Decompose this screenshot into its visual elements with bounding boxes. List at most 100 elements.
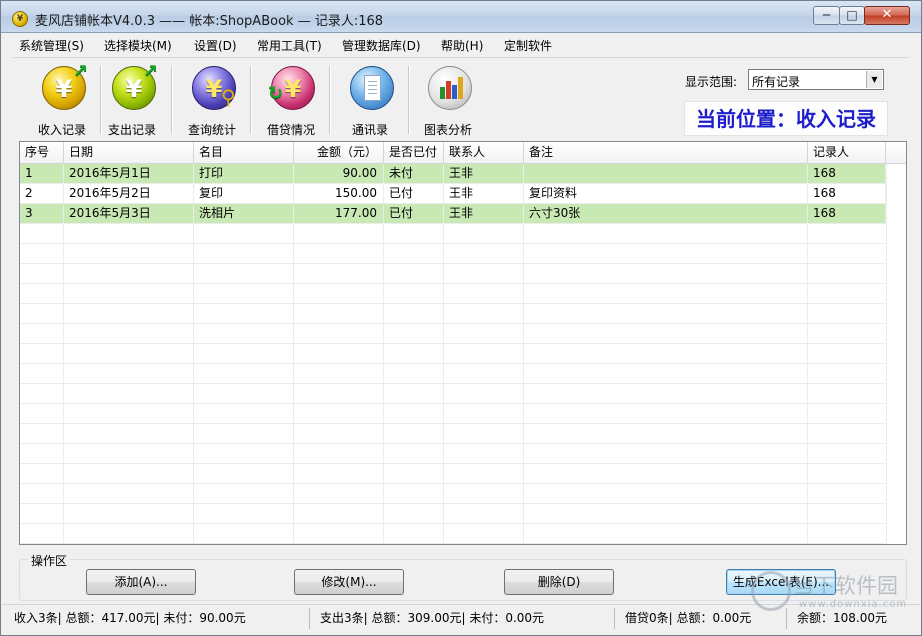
app-window: ¥ 麦风店铺帐本V4.0.3 —— 帐本:ShopABook — 记录人:168…	[0, 0, 922, 636]
title-bar: ¥ 麦风店铺帐本V4.0.3 —— 帐本:ShopABook — 记录人:168…	[1, 1, 921, 33]
cell-amount: 90.00	[294, 164, 384, 184]
col-header-seq[interactable]: 序号	[20, 142, 64, 164]
menu-settings[interactable]: 设置(D)	[194, 37, 237, 54]
grid-line	[20, 343, 886, 344]
grid-line	[20, 403, 886, 404]
cell-paid: 已付	[384, 184, 444, 204]
export-excel-button[interactable]: 生成Excel表(E)...	[726, 569, 836, 595]
table-row[interactable]: 1 2016年5月1日 打印 90.00 未付 王非 168	[20, 164, 886, 184]
cell-seq: 1	[20, 164, 64, 184]
grid-line	[20, 523, 886, 524]
cell-contact: 王非	[444, 184, 524, 204]
income-record-button[interactable]: ¥ ↗ 收入记录	[29, 61, 95, 137]
grid-line	[20, 463, 886, 464]
status-bar: 收入3条| 总额：417.00元| 未付：90.00元 支出3条| 总额：309…	[2, 604, 920, 635]
grid-line	[20, 503, 886, 504]
cell-amount: 177.00	[294, 204, 384, 224]
cell-contact: 王非	[444, 204, 524, 224]
query-stats-label: 查询统计	[187, 123, 236, 137]
cell-note: 复印资料	[524, 184, 808, 204]
add-button[interactable]: 添加(A)...	[86, 569, 196, 595]
address-book-button[interactable]: 通讯录	[337, 64, 403, 137]
cell-amount: 150.00	[294, 184, 384, 204]
income-record-label: 收入记录	[37, 123, 86, 137]
menu-help[interactable]: 帮助(H)	[441, 37, 483, 54]
col-header-amount[interactable]: 金额（元）	[294, 142, 384, 164]
loan-status-icon: ¥ ↻	[268, 66, 315, 110]
chart-analysis-label: 图表分析	[423, 123, 472, 137]
query-stats-icon: ¥ ⚲	[192, 66, 236, 110]
menu-custom-software[interactable]: 定制软件	[504, 37, 552, 54]
expense-record-label: 支出记录	[107, 123, 156, 137]
cell-paid: 已付	[384, 204, 444, 224]
grid-line	[20, 303, 886, 304]
cell-note: 六寸30张	[524, 204, 808, 224]
cell-date: 2016年5月3日	[64, 204, 194, 224]
col-header-item[interactable]: 名目	[194, 142, 294, 164]
grid-line	[20, 383, 886, 384]
cell-recorder: 168	[808, 204, 886, 224]
current-location-banner: 当前位置：收入记录	[684, 101, 888, 136]
menu-select-module[interactable]: 选择模块(M)	[104, 37, 172, 54]
grid-line	[20, 263, 886, 264]
display-range-value: 所有记录	[752, 75, 801, 89]
col-header-paid[interactable]: 是否已付	[384, 142, 444, 164]
edit-button[interactable]: 修改(M)...	[294, 569, 404, 595]
table-row[interactable]: 3 2016年5月3日 洗相片 177.00 已付 王非 六寸30张 168	[20, 204, 886, 224]
menu-bar: 系统管理(S) 选择模块(M) 设置(D) 常用工具(T) 管理数据库(D) 帮…	[2, 34, 920, 56]
minimize-button[interactable]: ─	[813, 6, 840, 25]
cell-recorder: 168	[808, 164, 886, 184]
grid-line	[20, 243, 886, 244]
cell-recorder: 168	[808, 184, 886, 204]
loan-status-button[interactable]: ¥ ↻ 借贷情况	[258, 64, 324, 137]
close-button[interactable]: ✕	[864, 6, 910, 25]
minimize-icon: ─	[822, 8, 831, 22]
grid-line	[20, 543, 886, 544]
menu-system-management[interactable]: 系统管理(S)	[19, 37, 84, 54]
delete-button[interactable]: 删除(D)	[504, 569, 614, 595]
col-header-note[interactable]: 备注	[524, 142, 808, 164]
table-header: 序号 日期 名目 金额（元） 是否已付 联系人 备注 记录人	[20, 142, 906, 164]
menu-common-tools[interactable]: 常用工具(T)	[257, 37, 322, 54]
maximize-button[interactable]: □	[839, 6, 865, 25]
grid-line	[20, 323, 886, 324]
status-income: 收入3条| 总额：417.00元| 未付：90.00元	[4, 608, 310, 629]
app-logo-icon: ¥	[12, 11, 28, 27]
status-expense: 支出3条| 总额：309.00元| 未付：0.00元	[310, 608, 615, 629]
expense-record-icon: ¥ ↗	[112, 61, 158, 110]
col-header-contact[interactable]: 联系人	[444, 142, 524, 164]
operation-area-label: 操作区	[28, 552, 71, 569]
records-table[interactable]: 序号 日期 名目 金额（元） 是否已付 联系人 备注 记录人 1 2016年5月…	[19, 141, 907, 545]
close-icon: ✕	[881, 7, 893, 22]
col-header-recorder[interactable]: 记录人	[808, 142, 886, 164]
query-stats-button[interactable]: ¥ ⚲ 查询统计	[179, 64, 245, 137]
status-balance: 余额：108.00元	[797, 611, 887, 625]
cell-date: 2016年5月2日	[64, 184, 194, 204]
chart-analysis-icon	[428, 66, 472, 110]
grid-line	[20, 443, 886, 444]
menu-manage-database[interactable]: 管理数据库(D)	[342, 37, 421, 54]
cell-seq: 3	[20, 204, 64, 224]
table-body: 1 2016年5月1日 打印 90.00 未付 王非 168 2 2016年5月…	[20, 164, 906, 544]
table-row[interactable]: 2 2016年5月2日 复印 150.00 已付 王非 复印资料 168	[20, 184, 886, 204]
chart-analysis-button[interactable]: 图表分析	[415, 64, 481, 137]
cell-item: 打印	[194, 164, 294, 184]
grid-line	[20, 423, 886, 424]
income-record-icon: ¥ ↗	[42, 61, 88, 110]
grid-line	[20, 483, 886, 484]
cell-item: 复印	[194, 184, 294, 204]
maximize-icon: □	[846, 8, 858, 22]
cell-paid: 未付	[384, 164, 444, 184]
chevron-down-icon[interactable]: ▼	[866, 71, 882, 88]
address-book-icon	[350, 66, 394, 110]
cell-note	[524, 164, 808, 184]
loan-status-label: 借贷情况	[266, 123, 315, 137]
expense-record-button[interactable]: ¥ ↗ 支出记录	[99, 61, 165, 137]
display-range-select[interactable]: 所有记录 ▼	[748, 69, 884, 90]
window-title: 麦风店铺帐本V4.0.3 —— 帐本:ShopABook — 记录人:168	[35, 14, 384, 29]
grid-line	[20, 283, 886, 284]
cell-contact: 王非	[444, 164, 524, 184]
col-header-date[interactable]: 日期	[64, 142, 194, 164]
address-book-label: 通讯录	[351, 123, 388, 137]
cell-date: 2016年5月1日	[64, 164, 194, 184]
